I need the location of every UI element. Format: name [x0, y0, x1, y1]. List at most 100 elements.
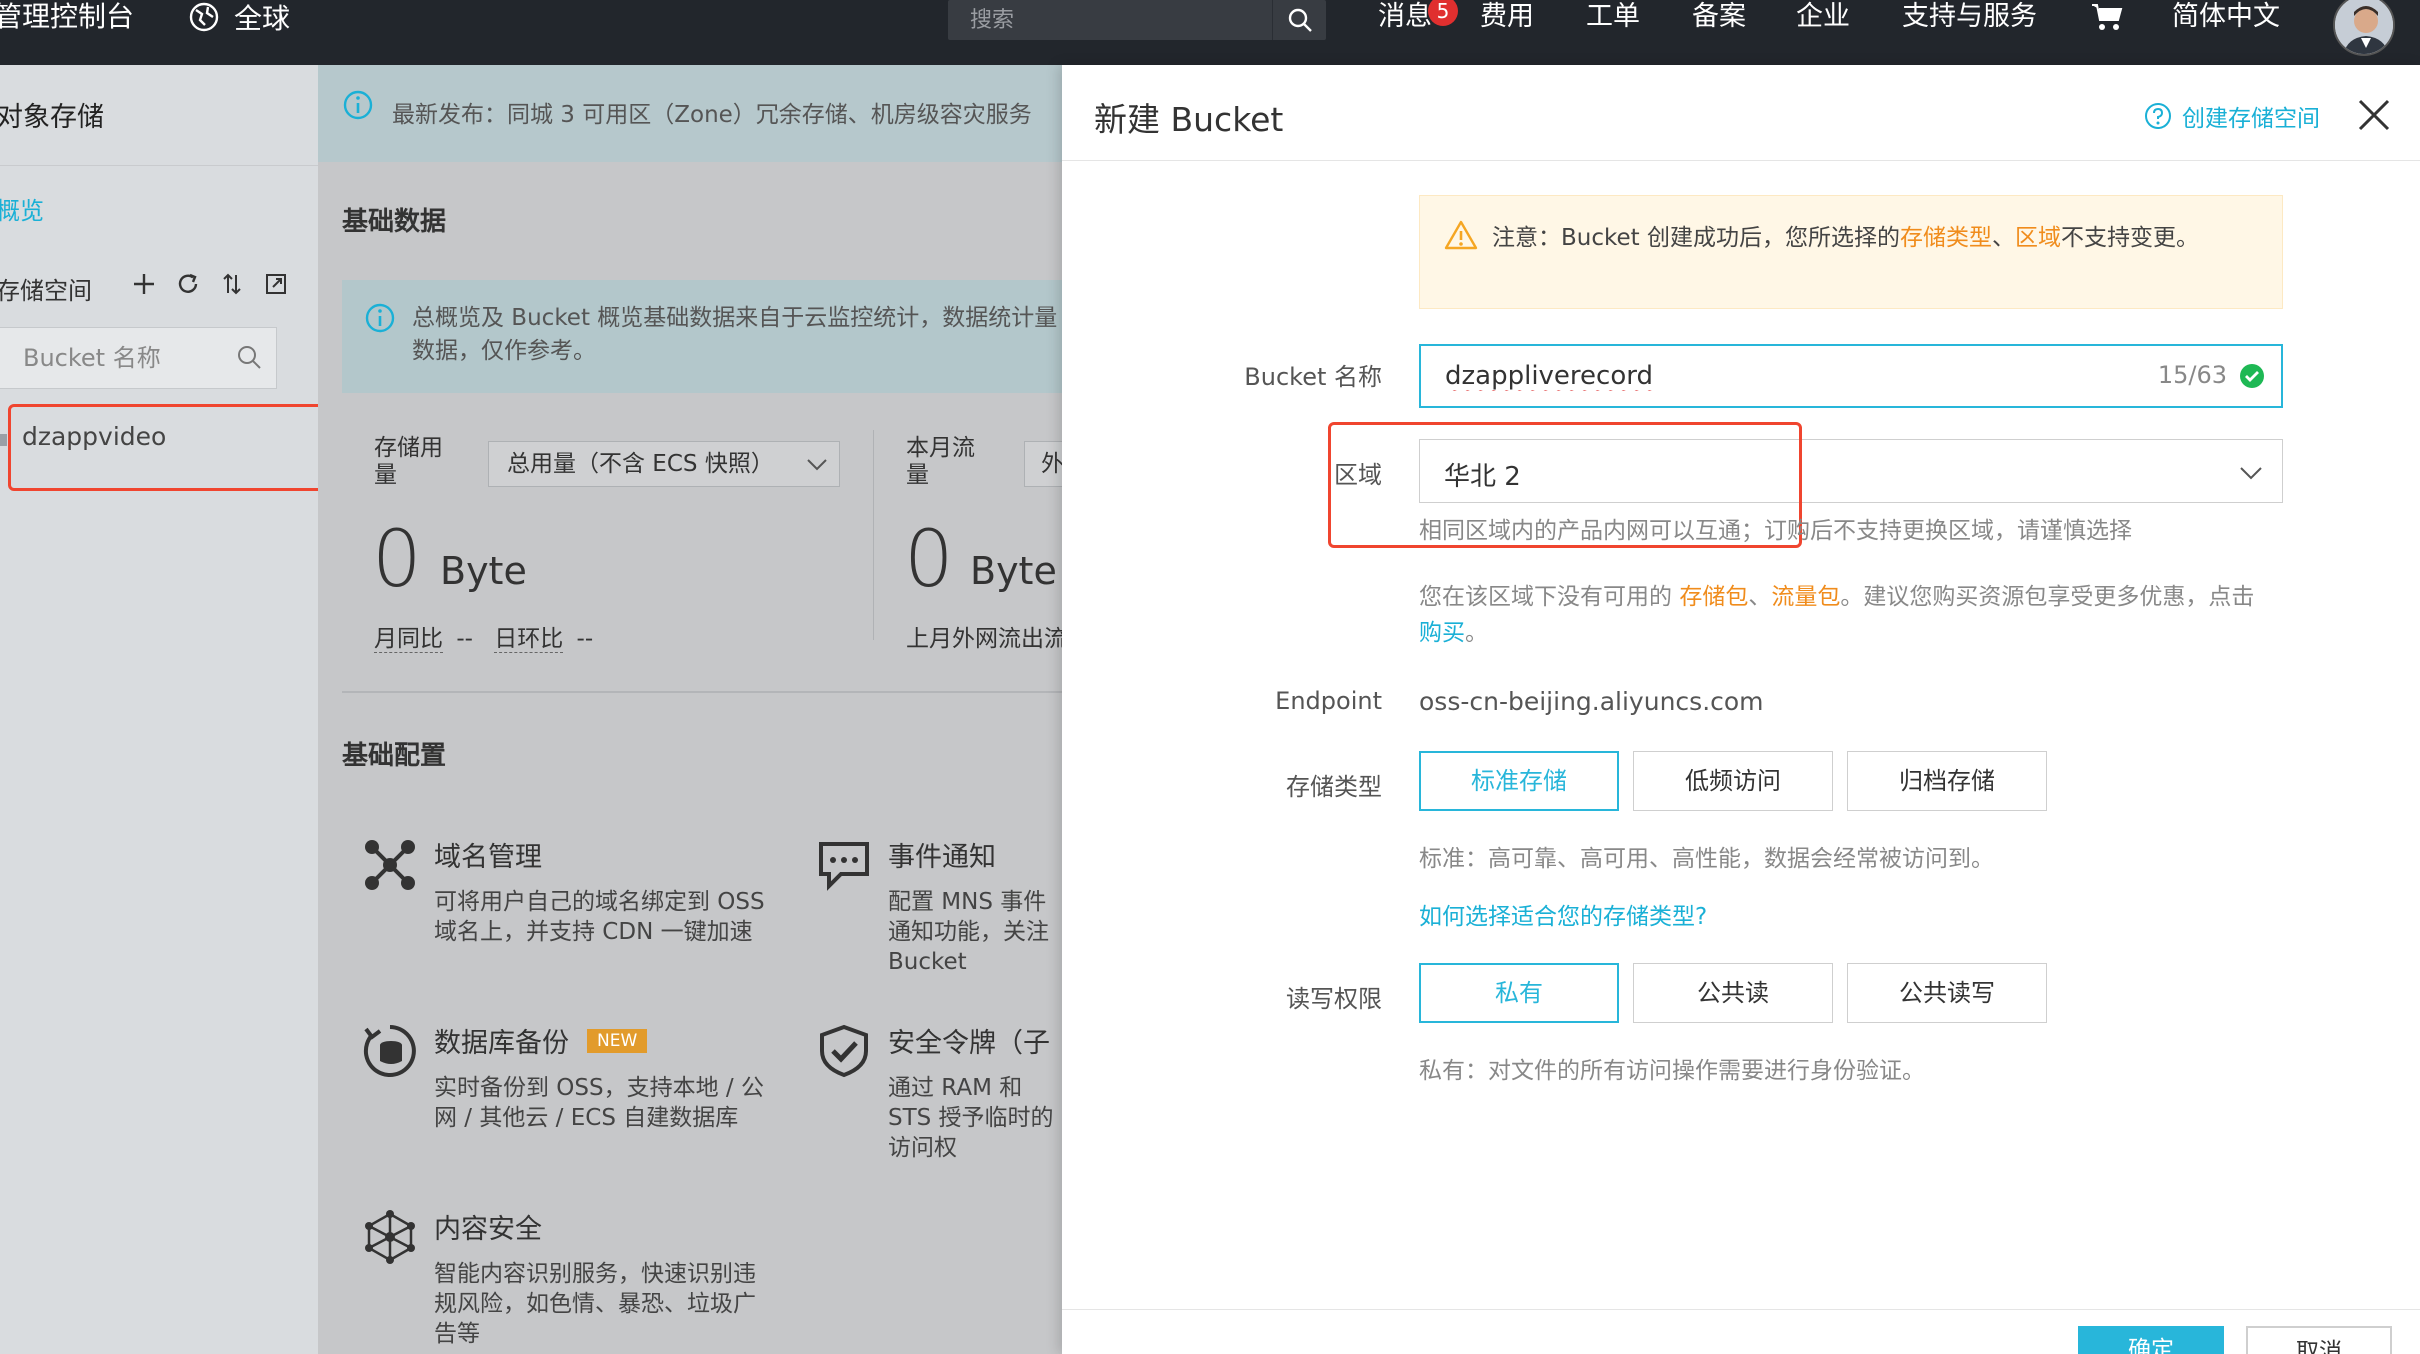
storage-class-help-link[interactable]: 如何选择适合您的存储类型? [1419, 897, 1707, 931]
refresh-button[interactable] [174, 270, 202, 298]
new-badge: NEW [587, 1028, 648, 1053]
feature-title: 内容安全 [434, 1214, 542, 1245]
bucket-search-input[interactable] [0, 328, 217, 388]
sidebar-title: 对象存储 [0, 102, 104, 133]
feature-description: 配置 MNS 事件通知功能，关注 Bucket [888, 889, 1049, 975]
help-link-label: 创建存储空间 [2182, 106, 2320, 132]
nav-icp[interactable]: 备案 [1692, 0, 1746, 34]
cart-button[interactable] [2090, 2, 2124, 36]
feature-security-token[interactable]: 安全令牌（子 通过 RAM 和 STS 授予临时的访问权 [814, 1021, 1062, 1161]
buy-link[interactable]: 购买 [1419, 620, 1465, 646]
network-icon [360, 1207, 420, 1267]
storage-class-archive[interactable]: 归档存储 [1847, 751, 2047, 811]
feature-event-notification[interactable]: 事件通知 配置 MNS 事件通知功能，关注 Bucket [814, 835, 1062, 975]
storage-comparison: 月同比 -- 日环比 -- [374, 619, 593, 653]
message-count-badge: 5 [1428, 0, 1458, 26]
feature-description: 通过 RAM 和 STS 授予临时的访问权 [888, 1075, 1054, 1161]
mom-label: 月同比 [374, 626, 443, 653]
storage-select-value: 总用量（不含 ECS 快照） [507, 451, 774, 477]
storage-package-link[interactable]: 存储包 [1679, 584, 1748, 610]
feature-description: 实时备份到 OSS，支持本地 / 公网 / 其他云 / ECS 自建数据库 [434, 1075, 764, 1131]
warning-separator: 、 [1991, 225, 2015, 251]
bucket-name-input[interactable] [1421, 346, 2161, 406]
global-search [948, 0, 1326, 40]
feature-title: 域名管理 [434, 842, 542, 873]
feature-title: 数据库备份 [434, 1028, 569, 1059]
sidebar-item-overview[interactable]: 概览 [0, 191, 44, 226]
storage-usage-select[interactable]: 总用量（不含 ECS 快照） [488, 441, 840, 487]
expand-button[interactable] [262, 270, 290, 298]
drawer-footer: 确定 取消 [1062, 1309, 2420, 1354]
language-switcher[interactable]: 简体中文 [2172, 0, 2280, 34]
region-switcher[interactable]: 全球 [188, 0, 290, 35]
feature-database-backup[interactable]: 数据库备份 NEW 实时备份到 OSS，支持本地 / 公网 / 其他云 / ECS… [360, 1021, 780, 1191]
globe-icon [189, 2, 219, 32]
feature-domain-management[interactable]: 域名管理 可将用户自己的域名绑定到 OSS 域名上，并支持 CDN 一键加速 [360, 835, 765, 1005]
endpoint-label: Endpoint [1275, 687, 1382, 715]
feature-title: 事件通知 [888, 842, 996, 873]
warning-suffix: 不支持变更。 [2060, 225, 2199, 251]
acl-public-read[interactable]: 公共读 [1633, 963, 1833, 1023]
warning-prefix: 注意：Bucket 创建成功后，您所选择的 [1492, 225, 1900, 251]
traffic-unit: Byte [970, 549, 1057, 593]
info-icon [343, 90, 373, 120]
divider [342, 691, 1062, 693]
user-avatar[interactable] [2333, 0, 2395, 56]
acl-hint: 私有：对文件的所有访问操作需要进行身份验证。 [1419, 1058, 1925, 1084]
bucket-name-label: Bucket 名称 [1244, 363, 1382, 391]
package-hint: 您在该区域下没有可用的 存储包、流量包。建议您购买资源包享受更多优惠，点击 购买… [1419, 579, 2283, 651]
package-hint-middle: 。建议您购买资源包享受更多优惠，点击 [1840, 584, 2255, 610]
expand-icon [266, 274, 286, 294]
endpoint-value: oss-cn-beijing.aliyuncs.com [1419, 687, 1764, 716]
dod-label: 日环比 [494, 626, 564, 653]
package-hint-separator: 、 [1748, 584, 1772, 610]
package-hint-prefix: 您在该区域下没有可用的 [1419, 584, 1680, 610]
acl-label: 读写权限 [1286, 985, 1382, 1013]
bucket-search [0, 327, 277, 389]
confirm-button[interactable]: 确定 [2078, 1326, 2224, 1354]
console-title[interactable]: 管理控制台 [0, 0, 134, 34]
nav-enterprise[interactable]: 企业 [1796, 0, 1850, 34]
storage-class-ia[interactable]: 低频访问 [1633, 751, 1833, 811]
monthly-traffic-label: 本月流量 [906, 435, 975, 488]
cancel-button[interactable]: 取消 [2246, 1326, 2392, 1354]
domain-icon [360, 835, 420, 895]
storage-class-hint: 标准：高可靠、高可用、高性能，数据会经常被访问到。 [1419, 846, 1994, 872]
traffic-package-link[interactable]: 流量包 [1771, 584, 1840, 610]
search-icon[interactable] [236, 344, 262, 370]
sort-button[interactable] [218, 270, 246, 298]
char-counter: 15/63 [2157, 361, 2227, 389]
feature-title: 安全令牌（子 [888, 1028, 1050, 1059]
help-icon [2145, 103, 2171, 129]
bucket-marker [0, 434, 7, 446]
mom-value: -- [456, 626, 473, 652]
region-hint: 相同区域内的产品内网可以互通；订购后不支持更换区域，请谨慎选择 [1419, 518, 2132, 544]
traffic-select[interactable]: 外 [1024, 441, 1062, 487]
help-link[interactable]: 创建存储空间 [2144, 99, 2320, 133]
acl-private[interactable]: 私有 [1419, 963, 1619, 1023]
divider [873, 430, 874, 640]
nav-tickets[interactable]: 工单 [1586, 0, 1640, 34]
storage-unit: Byte [440, 549, 527, 593]
feature-content-security[interactable]: 内容安全 智能内容识别服务，快速识别违规风险，如色情、暴恐、垃圾广告等 [360, 1207, 760, 1354]
search-button[interactable] [1272, 0, 1326, 40]
divider [0, 165, 318, 166]
basic-config-title: 基础配置 [342, 741, 447, 771]
database-backup-icon [360, 1021, 420, 1081]
storage-class-standard[interactable]: 标准存储 [1419, 751, 1619, 811]
drawer-title: 新建 Bucket [1094, 100, 1284, 139]
close-button[interactable] [2356, 97, 2392, 133]
storage-class-label: 存储类型 [1286, 773, 1382, 801]
acl-public-read-write[interactable]: 公共读写 [1847, 963, 2047, 1023]
add-bucket-button[interactable] [130, 270, 158, 298]
sort-icon [223, 273, 241, 295]
nav-support[interactable]: 支持与服务 [1902, 0, 2037, 34]
left-sidebar: 对象存储 概览 存储空间 dzappvideo [0, 65, 349, 1354]
search-input[interactable] [948, 0, 1270, 40]
dod-value: -- [576, 626, 594, 652]
message-icon [814, 835, 874, 895]
drawer-header: 新建 Bucket 创建存储空间 [1062, 65, 2420, 161]
basic-data-title: 基础数据 [342, 207, 447, 237]
nav-messages[interactable]: 消息 [1378, 0, 1432, 34]
nav-billing[interactable]: 费用 [1480, 0, 1534, 34]
